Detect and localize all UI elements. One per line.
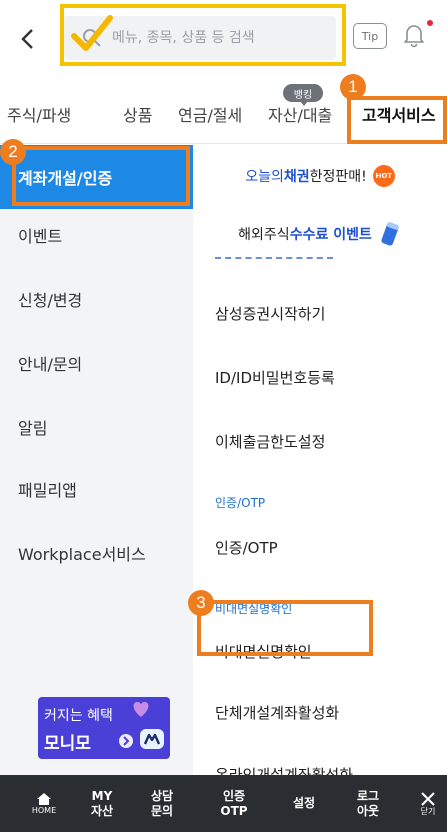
badge-pointer (300, 101, 308, 106)
highlight-box-customer-service (347, 96, 447, 144)
bond-sale-banner[interactable]: 오늘의 채권 한정판매! HOT (193, 149, 447, 203)
tab-products[interactable]: 상품 (123, 102, 152, 126)
promo-brand: 모니모 (44, 734, 91, 754)
banner-text: 오늘의 (245, 169, 284, 185)
sidebar-item-apply-change[interactable]: 신청/변경 (0, 267, 193, 331)
close-icon (421, 791, 435, 806)
highlight-box-account-opening (12, 146, 190, 206)
sidebar-item-family-apps[interactable]: 패밀리앱 (0, 457, 193, 521)
sidebar-item-notifications[interactable]: 알림 (0, 395, 193, 459)
bottom-nav-logout[interactable]: 로그 아웃 (346, 775, 390, 832)
step-marker-2: 2 (0, 139, 26, 165)
bottom-nav-label: 인증 (222, 788, 246, 803)
bottom-nav-consult[interactable]: 상담 문의 (140, 775, 184, 832)
menu-item-group-account-activation[interactable]: 단체개설계좌활성화 (215, 702, 339, 723)
checkmark-icon (71, 15, 113, 51)
banner-text: 해외주식 (238, 227, 290, 243)
content-panel: 오늘의 채권 한정판매! HOT 해외주식 수수료 이벤트 삼성증권시작하기 ID… (193, 145, 447, 784)
arrow-right-circle-icon (119, 734, 133, 748)
menu-item-getting-started[interactable]: 삼성증권시작하기 (215, 303, 325, 324)
notification-dot (427, 20, 433, 26)
notification-button[interactable] (399, 20, 429, 50)
bottom-nav-label: 설정 (292, 796, 316, 810)
bottom-nav-auth-otp[interactable]: 인증 OTP (212, 775, 256, 832)
overseas-stock-banner[interactable]: 해외주식 수수료 이벤트 (193, 207, 447, 261)
app-logo-icon (140, 729, 164, 749)
tab-stocks[interactable]: 주식/파생 (7, 102, 71, 126)
sidebar: 계좌개설/인증 이벤트 신청/변경 안내/문의 알림 패밀리앱 Workplac… (0, 145, 193, 775)
menu-item-id-registration[interactable]: ID/ID비밀번호등록 (215, 367, 335, 388)
tab-pension[interactable]: 연금/절세 (178, 102, 242, 126)
highlight-box-remote-verification (197, 600, 373, 656)
monimo-promo-banner[interactable]: 커지는 혜택 모니모 (38, 697, 170, 759)
bottom-nav-label: 아웃 (356, 803, 380, 818)
banking-badge: 뱅킹 (283, 84, 323, 102)
bottom-nav-label: 자산 (90, 803, 114, 818)
home-icon (37, 792, 51, 805)
promo-text: 커지는 혜택 (44, 708, 113, 724)
bottom-nav-settings[interactable]: 설정 (282, 775, 326, 832)
bottom-nav-home[interactable]: HOME (24, 775, 64, 832)
back-button[interactable] (10, 22, 44, 56)
bottom-nav-label: OTP (220, 803, 248, 818)
banner-highlight: 수수료 이벤트 (289, 227, 372, 243)
sidebar-item-events[interactable]: 이벤트 (0, 203, 193, 267)
step-marker-3: 3 (188, 590, 214, 616)
bottom-nav-label: 로그 (356, 788, 380, 803)
banner-suffix: 한정판매! (309, 169, 367, 185)
menu-item-transfer-limit[interactable]: 이체출금한도설정 (215, 431, 325, 452)
banner-highlight: 채권 (283, 169, 310, 185)
bottom-nav-label: MY (91, 788, 113, 803)
chevron-left-icon (21, 29, 33, 49)
header: Tip (0, 0, 447, 80)
sidebar-item-guide-inquiry[interactable]: 안내/문의 (0, 331, 193, 395)
bottom-nav-close[interactable]: 닫기 (414, 775, 442, 832)
menu-item-auth-otp[interactable]: 인증/OTP (215, 537, 278, 558)
partial-row-divider (215, 257, 333, 261)
section-header-auth: 인증/OTP (215, 496, 266, 510)
can-icon (381, 222, 399, 246)
bottom-nav-label: 상담 (150, 788, 174, 803)
bottom-nav-label: 닫기 (420, 806, 436, 816)
step-marker-1: 1 (340, 74, 366, 100)
tip-button[interactable]: Tip (353, 23, 387, 49)
hot-badge: HOT (372, 165, 395, 187)
bottom-nav-label: HOME (31, 805, 57, 815)
bottom-nav-label: 문의 (150, 803, 174, 818)
bottom-nav-my-assets[interactable]: MY 자산 (80, 775, 124, 832)
bottom-nav-bar: HOME MY 자산 상담 문의 인증 OTP 설정 로그 아웃 닫기 (0, 775, 447, 832)
heart-icon (133, 701, 149, 717)
sidebar-item-workplace[interactable]: Workplace서비스 (0, 521, 193, 585)
bell-icon (404, 25, 424, 48)
